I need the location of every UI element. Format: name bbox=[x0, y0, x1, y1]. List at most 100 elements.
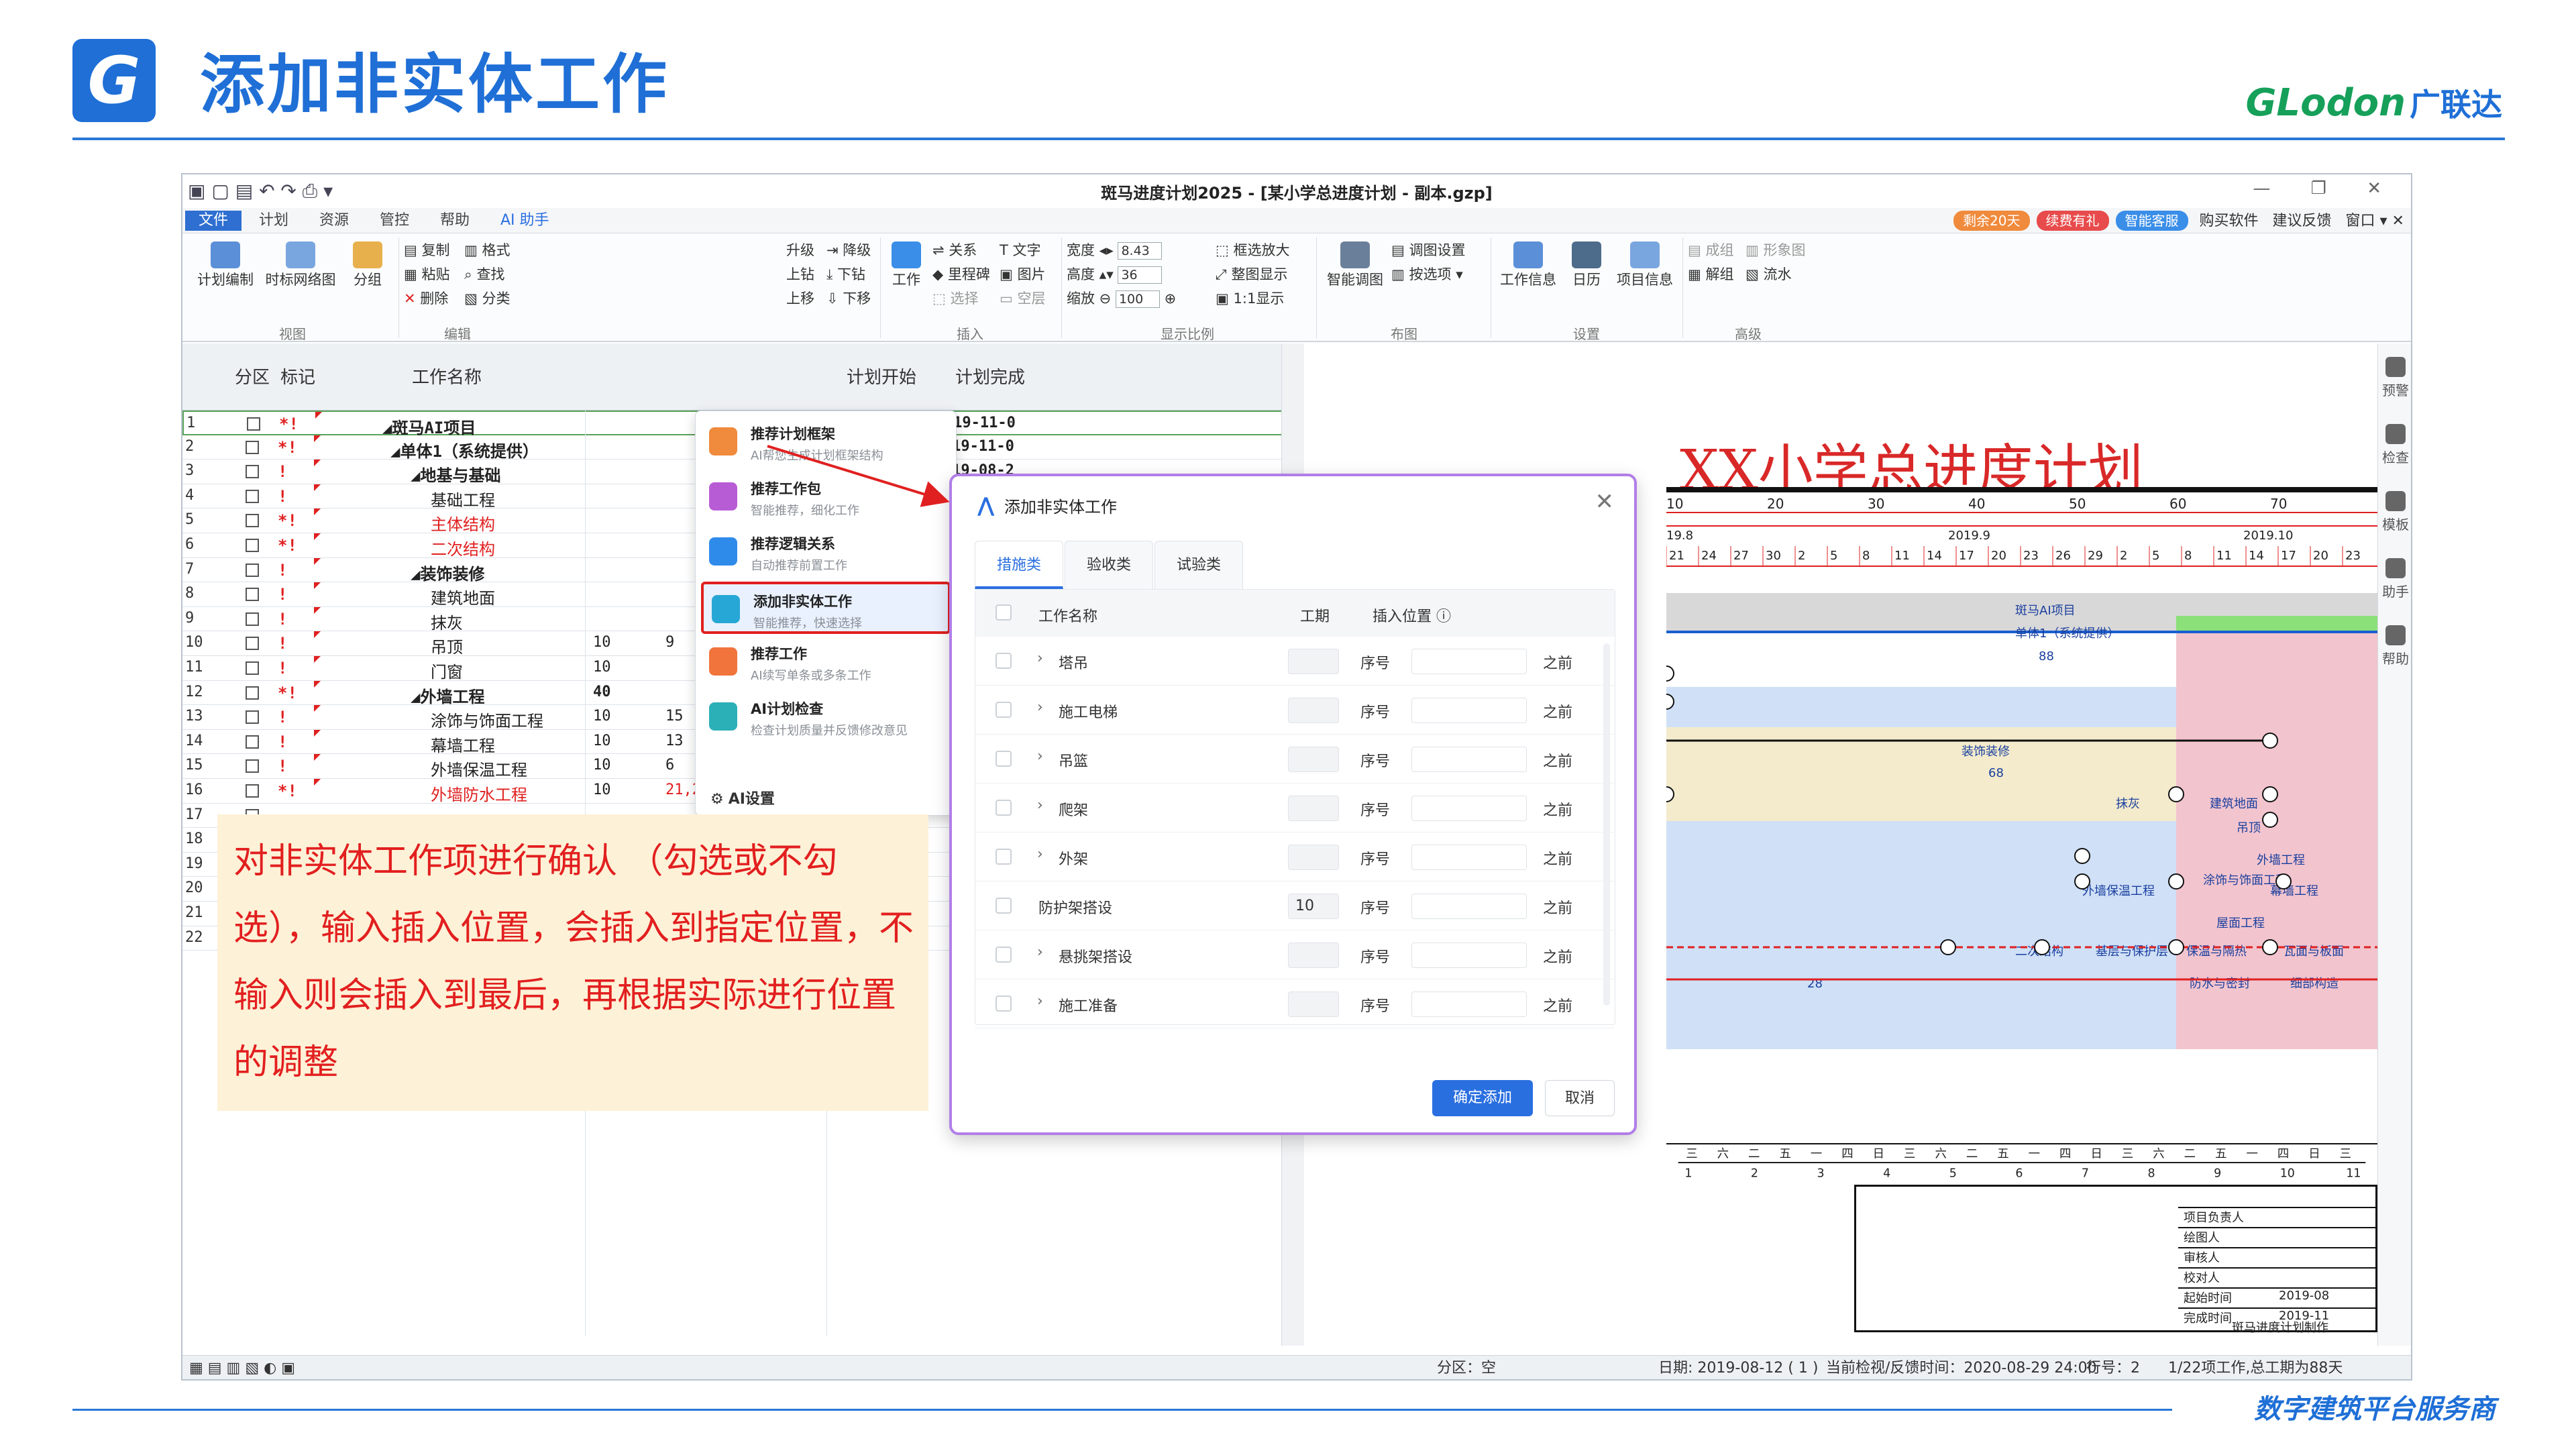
row-checkbox[interactable] bbox=[246, 440, 259, 454]
layout-settings-button[interactable]: ▤ 调图设置 bbox=[1391, 239, 1466, 262]
flow-button[interactable]: ▧ 流水 bbox=[1746, 263, 1792, 286]
tab-acceptance[interactable]: 验收类 bbox=[1065, 541, 1153, 589]
expand-chevron-icon[interactable]: › bbox=[1037, 748, 1043, 765]
row-checkbox[interactable] bbox=[246, 514, 259, 528]
work-button[interactable]: 工作 bbox=[883, 241, 930, 288]
work-duration-input[interactable] bbox=[1288, 747, 1339, 772]
position-input[interactable] bbox=[1411, 747, 1527, 772]
position-input[interactable] bbox=[1411, 649, 1527, 674]
work-row[interactable]: › 施工电梯 序号 之前 bbox=[975, 686, 1615, 735]
drill-up-button[interactable]: 上钻 bbox=[786, 263, 814, 286]
smart-service-button[interactable]: 智能客服 bbox=[2115, 211, 2188, 231]
project-info-button[interactable]: 项目信息 bbox=[1611, 241, 1678, 288]
ai-menu-item[interactable]: 推荐逻辑关系 自动推荐前置工作 bbox=[701, 527, 951, 579]
milestone-button[interactable]: ◆ 里程碑 bbox=[932, 263, 990, 286]
paste-button[interactable]: ▦ 粘贴 bbox=[404, 263, 450, 286]
group-button[interactable]: 分组 bbox=[341, 241, 394, 288]
window-controls[interactable]: — ❐ ✕ bbox=[2253, 178, 2399, 199]
menu-control[interactable]: 管控 bbox=[366, 211, 423, 231]
gantt-network[interactable]: 斑马AI项目单体1（系统提供） 88 装饰装修 68 抹灰 建筑地面吊顶外墙工程外墙保温工… bbox=[1666, 593, 2377, 1130]
col-mark[interactable]: 标记 bbox=[280, 364, 315, 388]
col-plan-end[interactable]: 计划完成 bbox=[955, 364, 1025, 388]
work-row[interactable]: › 吊篮 序号 之前 bbox=[975, 735, 1615, 784]
fit-view-button[interactable]: ⤢ 整图显示 bbox=[1216, 263, 1287, 286]
timescale-network-button[interactable]: 时标网络图 bbox=[262, 241, 339, 288]
select-all-checkbox[interactable] bbox=[996, 604, 1012, 621]
height-input[interactable]: 36 bbox=[1118, 266, 1163, 284]
work-checkbox[interactable] bbox=[996, 751, 1012, 767]
row-checkbox[interactable] bbox=[246, 735, 259, 749]
sidebar-assistant[interactable]: 助手 bbox=[2378, 558, 2411, 600]
col-name[interactable]: 工作名称 bbox=[412, 364, 482, 388]
close-icon[interactable]: ✕ bbox=[1595, 488, 1615, 515]
view-switch-icons[interactable]: ▦ ▤ ▥ ▧ ◐ ▣ bbox=[189, 1356, 295, 1379]
image-view-button[interactable]: ▥ 形象图 bbox=[1746, 239, 1806, 262]
expand-chevron-icon[interactable]: › bbox=[1037, 797, 1043, 814]
ai-menu-item[interactable]: AI计划检查 检查计划质量并反馈修改意见 bbox=[701, 692, 951, 744]
row-checkbox[interactable] bbox=[246, 661, 259, 675]
delete-button[interactable]: ✕ 删除 bbox=[404, 287, 448, 310]
text-button[interactable]: T 文字 bbox=[1000, 239, 1041, 262]
work-checkbox[interactable] bbox=[996, 653, 1012, 669]
work-duration-input[interactable] bbox=[1288, 796, 1339, 821]
position-input[interactable] bbox=[1411, 845, 1527, 870]
trial-badge[interactable]: 剩余20天 bbox=[1953, 211, 2030, 231]
ai-menu-item[interactable]: 添加非实体工作 智能推荐，快速选择 bbox=[701, 582, 951, 634]
position-input[interactable] bbox=[1411, 698, 1527, 723]
expand-chevron-icon[interactable]: › bbox=[1037, 993, 1043, 1010]
buy-software-link[interactable]: 购买软件 bbox=[2200, 213, 2259, 229]
work-row[interactable]: 防护架搭设 10 序号 之前 bbox=[975, 881, 1615, 930]
ai-menu-item[interactable]: 推荐计划框架 AI帮您生成计划框架结构 bbox=[701, 417, 951, 469]
row-checkbox[interactable] bbox=[246, 539, 259, 552]
window-menu[interactable]: 窗口 bbox=[2346, 213, 2375, 229]
position-input[interactable] bbox=[1411, 796, 1527, 821]
work-checkbox[interactable] bbox=[996, 702, 1012, 718]
row-checkbox[interactable] bbox=[246, 686, 259, 700]
group-into-button[interactable]: ▤ 成组 bbox=[1688, 239, 1734, 262]
position-input[interactable] bbox=[1411, 894, 1527, 919]
tab-test[interactable]: 试验类 bbox=[1155, 541, 1243, 589]
work-checkbox[interactable] bbox=[996, 800, 1012, 816]
move-down-button[interactable]: ⇩ 下移 bbox=[826, 287, 871, 310]
row-checkbox[interactable] bbox=[247, 417, 260, 431]
box-zoom-button[interactable]: ⬚ 框选放大 bbox=[1216, 239, 1290, 262]
work-duration-input[interactable]: 10 bbox=[1288, 894, 1339, 919]
expand-chevron-icon[interactable]: › bbox=[1037, 944, 1043, 961]
row-checkbox[interactable] bbox=[246, 489, 259, 503]
sidebar-help[interactable]: 帮助 bbox=[2378, 625, 2411, 667]
work-row[interactable]: › 外架 序号 之前 bbox=[975, 833, 1615, 881]
col-plan-start[interactable]: 计划开始 bbox=[847, 364, 916, 388]
menu-file[interactable]: 文件 bbox=[185, 211, 242, 231]
work-checkbox[interactable] bbox=[996, 996, 1012, 1012]
ungroup-button[interactable]: ▦ 解组 bbox=[1688, 263, 1734, 286]
cancel-button[interactable]: 取消 bbox=[1545, 1080, 1615, 1116]
move-up-button[interactable]: 上移 bbox=[786, 287, 814, 310]
relation-button[interactable]: ⇌ 关系 bbox=[932, 239, 977, 262]
by-option-button[interactable]: ▥ 按选项 ▾ bbox=[1391, 263, 1463, 286]
menu-help[interactable]: 帮助 bbox=[427, 211, 483, 231]
renew-badge[interactable]: 续费有礼 bbox=[2036, 211, 2109, 231]
smart-layout-button[interactable]: 智能调图 bbox=[1320, 241, 1390, 288]
row-checkbox[interactable] bbox=[246, 612, 259, 626]
position-input[interactable] bbox=[1411, 991, 1527, 1017]
feedback-link[interactable]: 建议反馈 bbox=[2273, 213, 2332, 229]
downgrade-button[interactable]: ⇥ 降级 bbox=[826, 239, 871, 262]
work-info-button[interactable]: 工作信息 bbox=[1495, 241, 1562, 288]
select-button[interactable]: ⬚ 选择 bbox=[932, 287, 979, 310]
plan-edit-button[interactable]: 计划编制 bbox=[192, 241, 259, 288]
work-duration-input[interactable] bbox=[1288, 991, 1339, 1017]
image-button[interactable]: ▣ 图片 bbox=[1000, 263, 1046, 286]
confirm-add-button[interactable]: 确定添加 bbox=[1432, 1080, 1533, 1116]
ai-menu-item[interactable]: 推荐工作包 智能推荐，细化工作 bbox=[701, 472, 951, 524]
drill-down-button[interactable]: ⤓ 下钻 bbox=[826, 263, 865, 286]
col-zone[interactable]: 分区 bbox=[235, 364, 270, 388]
menu-ai-assistant[interactable]: AI 助手 bbox=[487, 211, 563, 231]
copy-button[interactable]: ▤ 复制 bbox=[404, 239, 450, 262]
row-checkbox[interactable] bbox=[246, 588, 259, 602]
calendar-button[interactable]: 日历 bbox=[1563, 241, 1610, 288]
work-row[interactable]: › 施工准备 序号 之前 bbox=[975, 979, 1615, 1028]
classify-button[interactable]: ▧ 分类 bbox=[464, 287, 511, 310]
work-row[interactable]: › 悬挑架搭设 序号 之前 bbox=[975, 930, 1615, 979]
row-checkbox[interactable] bbox=[246, 784, 259, 798]
upgrade-button[interactable]: 升级 bbox=[786, 239, 814, 262]
